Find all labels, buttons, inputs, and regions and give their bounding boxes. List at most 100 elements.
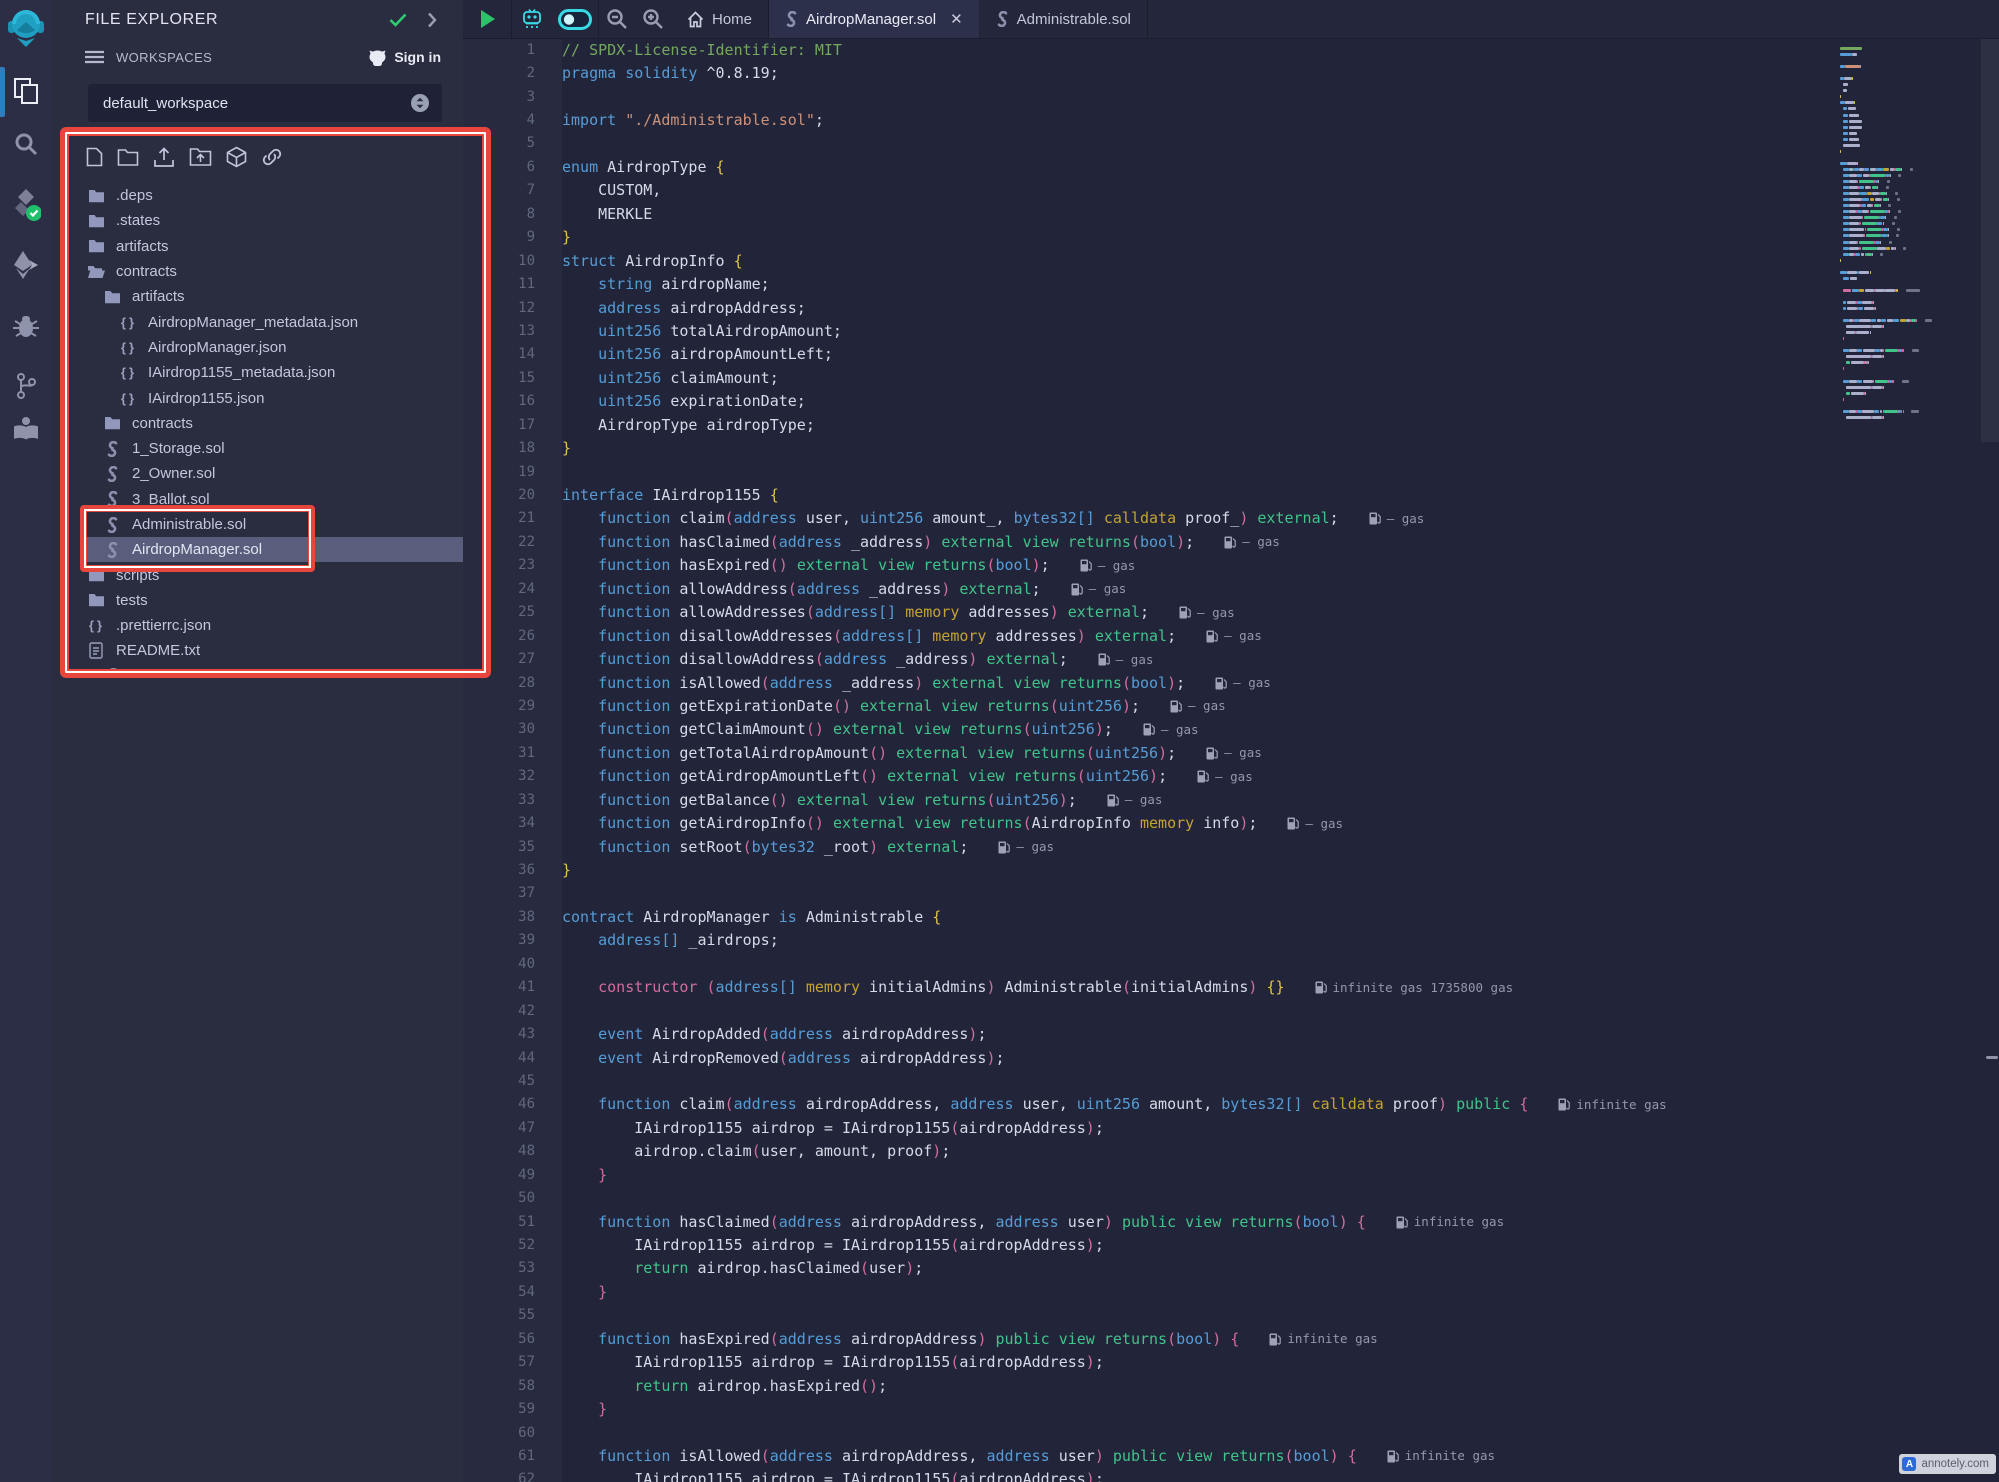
tree-item-.states[interactable]: .states bbox=[52, 208, 463, 233]
braces-icon: { } bbox=[86, 618, 106, 633]
code-line: 3 bbox=[463, 85, 1999, 108]
gas-estimate: – gas bbox=[1143, 722, 1199, 737]
tree-item-artifacts[interactable]: artifacts bbox=[52, 284, 463, 309]
tree-item-3_Ballot.sol[interactable]: 3_Ballot.sol bbox=[52, 487, 463, 512]
gas-estimate: – gas bbox=[1287, 816, 1343, 831]
tree-item-partial[interactable] bbox=[52, 664, 463, 670]
code-line: 56 function hasExpired(address airdropAd… bbox=[463, 1327, 1999, 1350]
braces-icon: { } bbox=[118, 365, 138, 380]
close-tab-icon[interactable]: ✕ bbox=[950, 10, 963, 28]
learneth-icon[interactable] bbox=[0, 414, 52, 444]
tree-item-2_Owner.sol[interactable]: 2_Owner.sol bbox=[52, 461, 463, 486]
code-line: 7 CUSTOM, bbox=[463, 179, 1999, 202]
braces-icon: { } bbox=[118, 315, 138, 330]
remix-logo-icon[interactable] bbox=[0, 8, 52, 48]
gas-estimate: – gas bbox=[998, 839, 1054, 854]
code-line: 16 uint256 expirationDate; bbox=[463, 390, 1999, 413]
tree-item-contracts[interactable]: contracts bbox=[52, 259, 463, 284]
home-icon bbox=[687, 11, 704, 28]
run-script-button[interactable] bbox=[463, 0, 511, 38]
tree-item-.deps[interactable]: .deps bbox=[52, 183, 463, 208]
code-line: 58 return airdrop.hasExpired(); bbox=[463, 1374, 1999, 1397]
code-line: 35 function setRoot(bytes32 _root) exter… bbox=[463, 835, 1999, 858]
tree-item-README.txt[interactable]: README.txt bbox=[52, 638, 463, 663]
upload-folder-icon[interactable] bbox=[189, 147, 212, 167]
new-folder-icon[interactable] bbox=[117, 148, 139, 167]
tree-item-AirdropManager_metadata.json[interactable]: { }AirdropManager_metadata.json bbox=[52, 309, 463, 334]
git-icon[interactable] bbox=[0, 372, 52, 400]
tab-Home[interactable]: Home bbox=[671, 0, 769, 38]
code-line: 37 bbox=[463, 882, 1999, 905]
code-line: 40 bbox=[463, 952, 1999, 975]
gas-estimate: – gas bbox=[1170, 698, 1226, 713]
workspace-select[interactable]: default_workspace bbox=[88, 84, 442, 122]
upload-file-icon[interactable] bbox=[153, 147, 175, 168]
zoom-in-icon[interactable] bbox=[635, 0, 671, 38]
code-line: 59 } bbox=[463, 1397, 1999, 1420]
tree-item-1_Storage.sol[interactable]: 1_Storage.sol bbox=[52, 436, 463, 461]
code-line: 61 function isAllowed(address airdropAdd… bbox=[463, 1444, 1999, 1467]
solidity-compiler-icon[interactable] bbox=[0, 188, 52, 222]
chevron-right-icon[interactable] bbox=[427, 12, 437, 28]
code-line: 55 bbox=[463, 1304, 1999, 1327]
solidity-icon bbox=[102, 491, 122, 507]
code-line: 13 uint256 totalAirdropAmount; bbox=[463, 319, 1999, 342]
tree-item-Administrable.sol[interactable]: Administrable.sol bbox=[52, 512, 463, 537]
hamburger-menu-icon[interactable] bbox=[85, 50, 104, 64]
gas-estimate: – gas bbox=[1107, 792, 1163, 807]
code-line: 39 address[] _airdrops; bbox=[463, 929, 1999, 952]
code-line: 36} bbox=[463, 858, 1999, 881]
code-line: 34 function getAirdropInfo() external vi… bbox=[463, 811, 1999, 834]
tab-Administrable.sol[interactable]: Administrable.sol bbox=[980, 0, 1148, 38]
tree-item-IAirdrop1155_metadata.json[interactable]: { }IAirdrop1155_metadata.json bbox=[52, 360, 463, 385]
gas-estimate: – gas bbox=[1080, 558, 1136, 573]
gas-estimate: – gas bbox=[1369, 511, 1425, 526]
code-line: 27 function disallowAddress(address _add… bbox=[463, 647, 1999, 670]
code-line: 32 function getAirdropAmountLeft() exter… bbox=[463, 765, 1999, 788]
icon-rail bbox=[0, 0, 52, 1482]
code-line: 47 IAirdrop1155 airdrop = IAirdrop1155(a… bbox=[463, 1116, 1999, 1139]
solidity-icon bbox=[102, 517, 122, 533]
cube-icon[interactable] bbox=[226, 146, 247, 168]
minimap[interactable] bbox=[1840, 46, 1932, 421]
zoom-out-icon[interactable] bbox=[599, 0, 635, 38]
debugger-icon[interactable] bbox=[0, 312, 52, 340]
deploy-run-icon[interactable] bbox=[0, 250, 52, 280]
tree-item-tests[interactable]: tests bbox=[52, 588, 463, 613]
solidity-icon bbox=[102, 668, 122, 670]
folder-open-icon bbox=[86, 265, 106, 279]
link-icon[interactable] bbox=[261, 147, 283, 167]
code-line: 41 constructor (address[] memory initial… bbox=[463, 976, 1999, 999]
new-file-icon[interactable] bbox=[86, 147, 103, 167]
code-line: 26 function disallowAddresses(address[] … bbox=[463, 624, 1999, 647]
code-line: 52 IAirdrop1155 airdrop = IAirdrop1155(a… bbox=[463, 1233, 1999, 1256]
search-icon[interactable] bbox=[0, 131, 52, 157]
tab-AirdropManager.sol[interactable]: AirdropManager.sol✕ bbox=[769, 0, 980, 38]
code-line: 21 function claim(address user, uint256 … bbox=[463, 507, 1999, 530]
tree-item-scripts[interactable]: scripts bbox=[52, 562, 463, 587]
folder-icon bbox=[102, 290, 122, 304]
code-line: 11 string airdropName; bbox=[463, 272, 1999, 295]
editor-topbar: HomeAirdropManager.sol✕Administrable.sol bbox=[463, 0, 1999, 39]
tree-item-AirdropManager.json[interactable]: { }AirdropManager.json bbox=[52, 335, 463, 360]
code-line: 57 IAirdrop1155 airdrop = IAirdrop1155(a… bbox=[463, 1351, 1999, 1374]
code-line: 8 MERKLE bbox=[463, 202, 1999, 225]
code-editor[interactable]: 1// SPDX-License-Identifier: MIT2pragma … bbox=[463, 38, 1999, 1482]
copilot-toggle[interactable] bbox=[552, 0, 598, 38]
code-line: 5 bbox=[463, 132, 1999, 155]
scrollbar-thumb[interactable] bbox=[1986, 1056, 1998, 1059]
gas-estimate: infinite gas 1735800 gas bbox=[1315, 980, 1514, 995]
tree-item-contracts[interactable]: contracts bbox=[52, 411, 463, 436]
code-line: 43 event AirdropAdded(address airdropAdd… bbox=[463, 1022, 1999, 1045]
file-explorer-icon[interactable] bbox=[0, 76, 52, 106]
gas-estimate: – gas bbox=[1071, 581, 1127, 596]
file-actions-toolbar bbox=[86, 146, 283, 168]
ai-copilot-icon[interactable] bbox=[512, 0, 552, 38]
check-icon bbox=[389, 13, 407, 27]
code-line: 6enum AirdropType { bbox=[463, 155, 1999, 178]
tree-item-.prettierrc.json[interactable]: { }.prettierrc.json bbox=[52, 613, 463, 638]
tree-item-IAirdrop1155.json[interactable]: { }IAirdrop1155.json bbox=[52, 385, 463, 410]
sign-in-button[interactable]: Sign in bbox=[368, 49, 441, 66]
tree-item-AirdropManager.sol[interactable]: AirdropManager.sol bbox=[52, 537, 463, 562]
tree-item-artifacts[interactable]: artifacts bbox=[52, 234, 463, 259]
